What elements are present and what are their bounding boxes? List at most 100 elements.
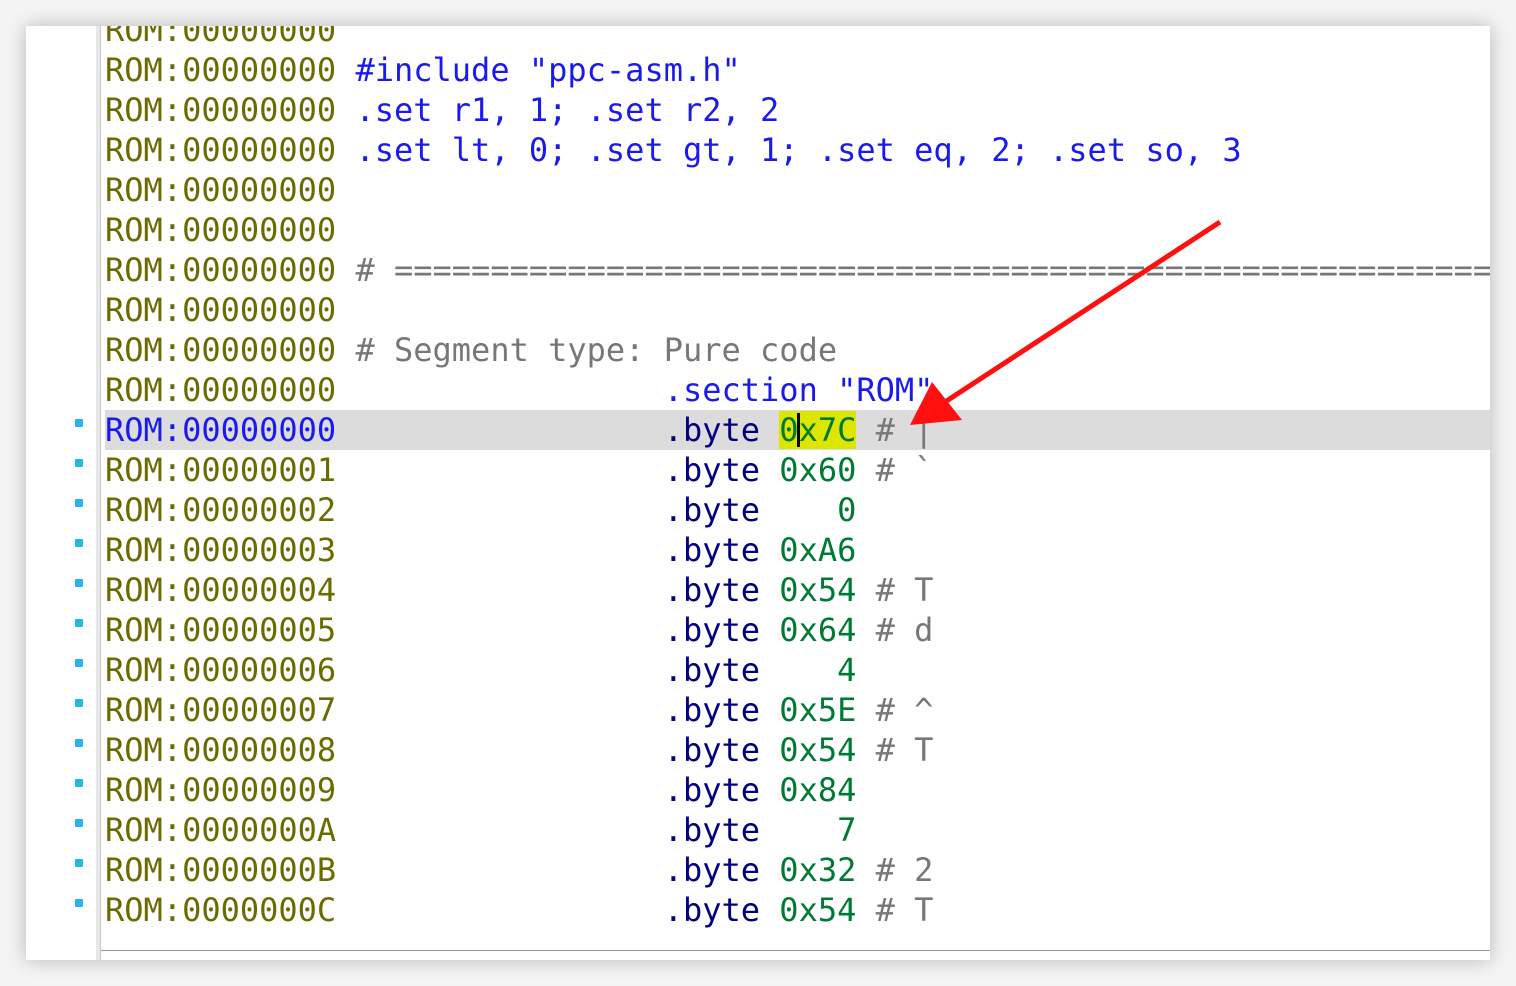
mnemonic[interactable]: .byte: [336, 731, 779, 769]
operand-value[interactable]: 4: [779, 651, 856, 689]
breakpoint-marker-icon[interactable]: [75, 899, 83, 907]
operand-value[interactable]: 0x32: [779, 851, 856, 889]
listing-row[interactable]: ROM:00000000: [105, 290, 1490, 330]
operand-value[interactable]: 0x60: [779, 451, 856, 489]
address[interactable]: ROM:00000000: [105, 331, 336, 369]
address[interactable]: ROM:00000006: [105, 651, 336, 689]
address[interactable]: ROM:00000009: [105, 771, 336, 809]
breakpoint-marker-icon[interactable]: [75, 539, 83, 547]
address[interactable]: ROM:0000000A: [105, 811, 336, 849]
listing-row[interactable]: ROM:00000002 .byte 0: [75, 490, 1490, 530]
address[interactable]: ROM:00000000: [105, 51, 336, 89]
comment-text[interactable]: # 2: [856, 851, 934, 889]
operand-value[interactable]: 0x54: [779, 571, 856, 609]
address[interactable]: ROM:00000000: [105, 131, 336, 169]
comment-text[interactable]: # Segment type: Pure code: [336, 331, 837, 369]
address[interactable]: ROM:00000000: [105, 371, 336, 409]
address[interactable]: ROM:00000000: [105, 171, 336, 209]
listing-row[interactable]: ROM:00000000 # =========================…: [105, 250, 1490, 290]
breakpoint-marker-icon[interactable]: [75, 419, 83, 427]
listing-row[interactable]: ROM:00000007 .byte 0x5E # ^: [75, 690, 1490, 730]
operand-value[interactable]: 0x54: [779, 731, 856, 769]
listing-row[interactable]: ROM:00000000 .set lt, 0; .set gt, 1; .se…: [105, 130, 1490, 170]
listing-row[interactable]: ROM:0000000B .byte 0x32 # 2: [75, 850, 1490, 890]
comment-text[interactable]: # T: [856, 571, 934, 609]
comment-text[interactable]: # `: [856, 451, 934, 489]
address[interactable]: ROM:00000004: [105, 571, 336, 609]
breakpoint-marker-icon[interactable]: [75, 739, 83, 747]
listing-row[interactable]: ROM:00000004 .byte 0x54 # T: [75, 570, 1490, 610]
listing-row[interactable]: ROM:00000000: [105, 26, 1490, 50]
directive-text[interactable]: .set lt, 0; .set gt, 1; .set eq, 2; .set…: [336, 131, 1241, 169]
listing-row[interactable]: ROM:00000000: [105, 170, 1490, 210]
address[interactable]: ROM:0000000C: [105, 891, 336, 929]
listing-row[interactable]: ROM:00000003 .byte 0xA6: [75, 530, 1490, 570]
breakpoint-marker-icon[interactable]: [75, 459, 83, 467]
comment-text[interactable]: # |: [856, 411, 934, 449]
address[interactable]: ROM:00000000: [105, 26, 336, 49]
operand-value[interactable]: 7: [779, 811, 856, 849]
comment-text[interactable]: # T: [856, 891, 934, 929]
address[interactable]: ROM:00000000: [105, 291, 336, 329]
mnemonic[interactable]: .byte: [336, 571, 779, 609]
comment-text[interactable]: # ======================================…: [336, 251, 1490, 289]
operand-value[interactable]: 0: [779, 491, 856, 529]
address[interactable]: ROM:00000000: [105, 91, 336, 129]
operand-value[interactable]: 0x84: [779, 771, 856, 809]
listing-row[interactable]: ROM:00000001 .byte 0x60 # `: [75, 450, 1490, 490]
comment-text[interactable]: # T: [856, 731, 934, 769]
listing-row[interactable]: ROM:00000009 .byte 0x84: [75, 770, 1490, 810]
breakpoint-marker-icon[interactable]: [75, 619, 83, 627]
mnemonic[interactable]: .byte: [336, 411, 779, 449]
breakpoint-marker-icon[interactable]: [75, 859, 83, 867]
listing-row-selected[interactable]: ROM:00000000 .byte 0x7C # |: [75, 410, 1490, 450]
address[interactable]: ROM:00000000: [105, 411, 336, 449]
comment-text[interactable]: # ^: [856, 691, 934, 729]
mnemonic[interactable]: .byte: [336, 891, 779, 929]
operand-value[interactable]: 0x64: [779, 611, 856, 649]
breakpoint-marker-icon[interactable]: [75, 699, 83, 707]
listing-row[interactable]: ROM:00000008 .byte 0x54 # T: [75, 730, 1490, 770]
address[interactable]: ROM:00000002: [105, 491, 336, 529]
address[interactable]: ROM:00000007: [105, 691, 336, 729]
mnemonic[interactable]: .byte: [336, 771, 779, 809]
listing-row[interactable]: ROM:00000006 .byte 4: [75, 650, 1490, 690]
operand-value[interactable]: 0x54: [779, 891, 856, 929]
listing-row[interactable]: ROM:0000000A .byte 7: [75, 810, 1490, 850]
address[interactable]: ROM:00000001: [105, 451, 336, 489]
operand-value[interactable]: 0xA6: [779, 531, 856, 569]
operand-value[interactable]: 0x5E: [779, 691, 856, 729]
mnemonic[interactable]: .byte: [336, 611, 779, 649]
address[interactable]: ROM:00000000: [105, 251, 336, 289]
mnemonic[interactable]: .byte: [336, 811, 779, 849]
operand-value[interactable]: 0: [779, 411, 799, 449]
address[interactable]: ROM:00000003: [105, 531, 336, 569]
listing-row[interactable]: ROM:00000000 .section "ROM": [105, 370, 1490, 410]
listing-row[interactable]: ROM:00000005 .byte 0x64 # d: [75, 610, 1490, 650]
directive-text[interactable]: .set r1, 1; .set r2, 2: [336, 91, 779, 129]
listing-row[interactable]: ROM:00000000 #include "ppc-asm.h": [105, 50, 1490, 90]
breakpoint-marker-icon[interactable]: [75, 499, 83, 507]
listing-row[interactable]: ROM:00000000 .set r1, 1; .set r2, 2: [105, 90, 1490, 130]
comment-text[interactable]: # d: [856, 611, 934, 649]
gutter[interactable]: [26, 26, 96, 960]
breakpoint-marker-icon[interactable]: [75, 659, 83, 667]
mnemonic[interactable]: .byte: [336, 691, 779, 729]
address[interactable]: ROM:00000008: [105, 731, 336, 769]
listing-row[interactable]: ROM:00000000 # Segment type: Pure code: [105, 330, 1490, 370]
breakpoint-marker-icon[interactable]: [75, 779, 83, 787]
breakpoint-marker-icon[interactable]: [75, 579, 83, 587]
mnemonic[interactable]: .byte: [336, 491, 779, 529]
breakpoint-marker-icon[interactable]: [75, 819, 83, 827]
listing-row[interactable]: ROM:0000000C .byte 0x54 # T: [75, 890, 1490, 930]
listing-row[interactable]: ROM:00000000: [105, 210, 1490, 250]
operand-value[interactable]: x7C: [798, 411, 857, 449]
mnemonic[interactable]: .byte: [336, 851, 779, 889]
address[interactable]: ROM:00000000: [105, 211, 336, 249]
directive-text[interactable]: #include "ppc-asm.h": [336, 51, 740, 89]
directive-text[interactable]: .section "ROM": [336, 371, 934, 409]
address[interactable]: ROM:0000000B: [105, 851, 336, 889]
disassembly-listing[interactable]: ROM:00000000 ROM:00000000 #include "ppc-a…: [75, 26, 1490, 930]
address[interactable]: ROM:00000005: [105, 611, 336, 649]
mnemonic[interactable]: .byte: [336, 451, 779, 489]
